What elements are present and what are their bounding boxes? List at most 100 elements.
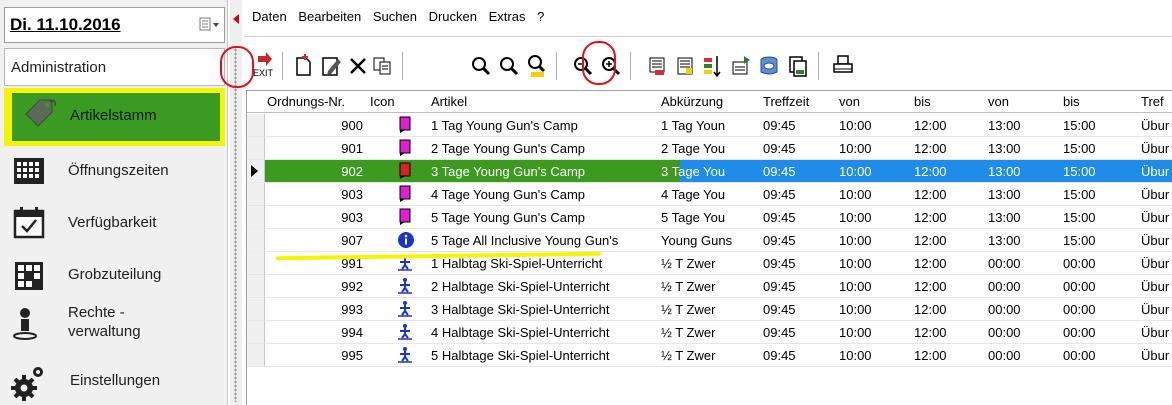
collapse-arrow-icon[interactable] xyxy=(233,14,239,24)
cell-artikel[interactable]: 4 Tage Young Gun's Camp xyxy=(431,187,656,202)
column-header-von[interactable]: von xyxy=(839,94,860,109)
sidebar-item-artikelstamm[interactable]: Artikelstamm xyxy=(4,88,225,146)
cell-bis-2[interactable]: 15:00 xyxy=(1063,210,1133,225)
cell-abkuerzung[interactable]: 3 Tage You xyxy=(661,164,757,179)
table-row[interactable]: 903 4 Tage Young Gun's Camp 4 Tage You 09:4… xyxy=(247,183,1172,206)
dropdown-menu-icon[interactable] xyxy=(199,17,221,33)
cell-treffzeit[interactable]: 09:45 xyxy=(763,118,833,133)
cell-treffzeit[interactable]: 09:45 xyxy=(763,210,833,225)
cell-artikel[interactable]: 1 Halbtag Ski-Spiel-Unterricht xyxy=(431,256,656,271)
search-number-button[interactable] xyxy=(522,48,552,84)
cell-ordnungsnr[interactable]: 903 xyxy=(267,187,363,202)
cell-abkuerzung[interactable]: ½ T Zwer xyxy=(661,256,757,271)
search-button[interactable] xyxy=(466,48,496,84)
cell-bis[interactable]: 12:00 xyxy=(914,325,984,340)
column-header-bis[interactable]: bis xyxy=(914,94,931,109)
cell-bis-2[interactable]: 00:00 xyxy=(1063,279,1133,294)
cell-treffpunkt[interactable]: Übur xyxy=(1141,233,1172,248)
cell-abkuerzung[interactable]: Young Guns xyxy=(661,233,757,248)
cell-von[interactable]: 10:00 xyxy=(839,141,909,156)
sidebar-item-verfuegbarkeit[interactable]: Verfügbarkeit xyxy=(4,200,225,245)
column-header-von-2[interactable]: von xyxy=(988,94,1009,109)
cell-treffzeit[interactable]: 09:45 xyxy=(763,164,833,179)
cell-bis[interactable]: 12:00 xyxy=(914,302,984,317)
cell-von[interactable]: 10:00 xyxy=(839,279,909,294)
cell-von[interactable]: 10:00 xyxy=(839,164,909,179)
cell-von-2[interactable]: 00:00 xyxy=(988,256,1058,271)
list-button[interactable] xyxy=(670,48,700,84)
column-header-treffpunkt[interactable]: Tref xyxy=(1141,94,1164,109)
cell-artikel[interactable]: 1 Tag Young Gun's Camp xyxy=(431,118,656,133)
cell-treffpunkt[interactable]: Übur xyxy=(1141,279,1172,294)
cell-von-2[interactable]: 13:00 xyxy=(988,233,1058,248)
menu-bearbeiten[interactable]: Bearbeiten xyxy=(298,9,361,24)
cell-treffpunkt[interactable]: Übur xyxy=(1141,118,1172,133)
cell-bis-2[interactable]: 00:00 xyxy=(1063,256,1133,271)
print-button[interactable] xyxy=(828,48,858,84)
cell-bis[interactable]: 12:00 xyxy=(914,210,984,225)
cell-treffzeit[interactable]: 09:45 xyxy=(763,279,833,294)
section-header[interactable]: Administration xyxy=(4,48,225,86)
cell-treffpunkt[interactable]: Übur xyxy=(1141,348,1172,363)
cell-abkuerzung[interactable]: ½ T Zwer xyxy=(661,348,757,363)
cell-bis-2[interactable]: 15:00 xyxy=(1063,141,1133,156)
cell-abkuerzung[interactable]: 4 Tage You xyxy=(661,187,757,202)
cell-von-2[interactable]: 13:00 xyxy=(988,118,1058,133)
column-header-ordnungsnr[interactable]: Ordnungs-Nr. xyxy=(267,94,345,109)
table-row[interactable]: 900 1 Tag Young Gun's Camp 1 Tag Youn 09:45… xyxy=(247,114,1172,137)
row-indicator[interactable] xyxy=(247,114,265,136)
menu-daten[interactable]: Daten xyxy=(252,9,287,24)
row-indicator[interactable] xyxy=(247,344,265,366)
cell-bis-2[interactable]: 00:00 xyxy=(1063,325,1133,340)
sort-button[interactable] xyxy=(698,48,728,84)
cell-abkuerzung[interactable]: ½ T Zwer xyxy=(661,325,757,340)
cell-von[interactable]: 10:00 xyxy=(839,233,909,248)
sidebar-item-oeffnungszeiten[interactable]: Öffnungszeiten xyxy=(4,148,225,193)
row-indicator[interactable] xyxy=(247,298,265,320)
splitter-grip[interactable] xyxy=(234,48,237,402)
cell-abkuerzung[interactable]: ½ T Zwer xyxy=(661,302,757,317)
table-row[interactable]: 993 3 Halbtage Ski-Spiel-Unterricht ½ T Zw… xyxy=(247,298,1172,321)
cell-treffzeit[interactable]: 09:45 xyxy=(763,302,833,317)
column-header-artikel[interactable]: Artikel xyxy=(431,94,467,109)
date-selector[interactable]: Di. 11.10.2016 xyxy=(4,7,225,43)
cell-bis-2[interactable]: 00:00 xyxy=(1063,348,1133,363)
menu-extras[interactable]: Extras xyxy=(489,9,526,24)
column-header-icon[interactable]: Icon xyxy=(370,94,395,109)
cell-ordnungsnr[interactable]: 902 xyxy=(267,164,363,179)
current-date[interactable]: Di. 11.10.2016 xyxy=(10,15,121,35)
table-row[interactable]: 903 5 Tage Young Gun's Camp 5 Tage You 09:4… xyxy=(247,206,1172,229)
cell-treffzeit[interactable]: 09:45 xyxy=(763,233,833,248)
cell-treffpunkt[interactable]: Übur xyxy=(1141,187,1172,202)
cell-von[interactable]: 10:00 xyxy=(839,256,909,271)
cell-artikel[interactable]: 2 Halbtage Ski-Spiel-Unterricht xyxy=(431,279,656,294)
row-indicator[interactable] xyxy=(247,137,265,159)
cell-treffzeit[interactable]: 09:45 xyxy=(763,187,833,202)
cell-ordnungsnr[interactable]: 992 xyxy=(267,279,363,294)
cell-von[interactable]: 10:00 xyxy=(839,325,909,340)
edit-button[interactable] xyxy=(316,48,346,84)
cell-von-2[interactable]: 00:00 xyxy=(988,302,1058,317)
cell-ordnungsnr[interactable]: 995 xyxy=(267,348,363,363)
table-row[interactable]: 992 2 Halbtage Ski-Spiel-Unterricht ½ T Zw… xyxy=(247,275,1172,298)
cell-bis[interactable]: 12:00 xyxy=(914,279,984,294)
sidebar-item-einstellungen[interactable]: Einstellungen xyxy=(4,356,225,401)
cell-treffpunkt[interactable]: Übur xyxy=(1141,302,1172,317)
row-indicator[interactable] xyxy=(247,252,265,274)
table-row[interactable]: 907 5 Tage All Inclusive Young Gun's Young… xyxy=(247,229,1172,252)
cell-von-2[interactable]: 13:00 xyxy=(988,141,1058,156)
menu-suchen[interactable]: Suchen xyxy=(373,9,417,24)
cell-von[interactable]: 10:00 xyxy=(839,302,909,317)
cell-von[interactable]: 10:00 xyxy=(839,210,909,225)
cell-abkuerzung[interactable]: 5 Tage You xyxy=(661,210,757,225)
cell-ordnungsnr[interactable]: 993 xyxy=(267,302,363,317)
cell-ordnungsnr[interactable]: 994 xyxy=(267,325,363,340)
new-button[interactable] xyxy=(288,48,318,84)
table-row[interactable]: 994 4 Halbtage Ski-Spiel-Unterricht ½ T Zw… xyxy=(247,321,1172,344)
cell-von-2[interactable]: 13:00 xyxy=(988,164,1058,179)
cell-treffpunkt[interactable]: Übur xyxy=(1141,164,1172,179)
cell-von-2[interactable]: 00:00 xyxy=(988,325,1058,340)
cell-abkuerzung[interactable]: 1 Tag Youn xyxy=(661,118,757,133)
cell-von[interactable]: 10:00 xyxy=(839,187,909,202)
cell-bis-2[interactable]: 15:00 xyxy=(1063,164,1133,179)
